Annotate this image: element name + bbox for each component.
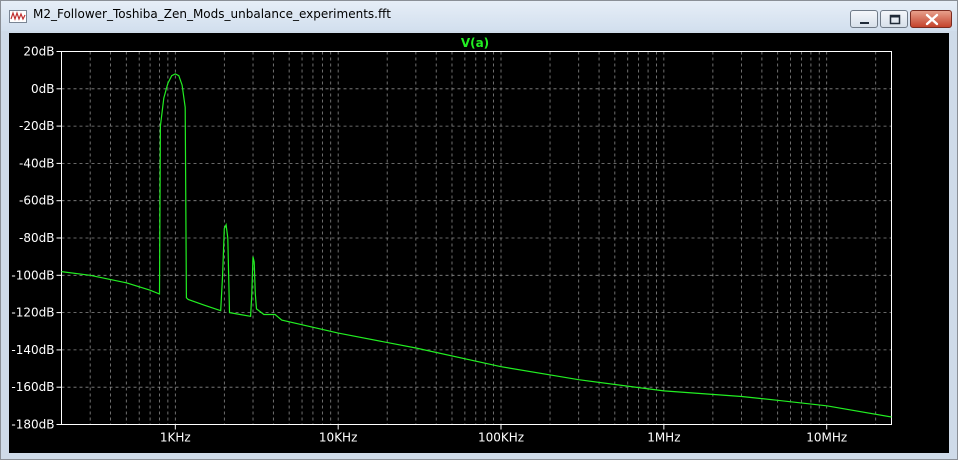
x-axis-labels: 1KHz 10KHz 100KHz 1MHz 10MHz [160, 424, 847, 445]
trace-label[interactable]: V(a) [461, 36, 489, 50]
close-button[interactable] [910, 10, 952, 28]
x-tick-label: 10KHz [319, 431, 357, 445]
y-tick-label: 0dB [31, 82, 54, 96]
restore-icon [889, 14, 901, 25]
close-icon [925, 13, 939, 26]
plot-window: M2_Follower_Toshiba_Zen_Mods_unbalance_e… [0, 0, 958, 460]
x-tick-label: 1KHz [160, 431, 191, 445]
plot-area[interactable]: V(a) 20dB 0dB -20dB -40dB -60dB -80dB -100dB -1… [9, 33, 949, 453]
y-axis-labels: 20dB 0dB -20dB -40dB -60dB -80dB -100dB -120dB -… [11, 45, 62, 432]
fft-chart[interactable]: V(a) 20dB 0dB -20dB -40dB -60dB -80dB -100dB -1… [9, 33, 949, 453]
y-tick-label: -20dB [19, 119, 54, 133]
y-tick-label: -80dB [19, 231, 54, 245]
y-tick-label: -40dB [19, 156, 54, 170]
x-tick-label: 100KHz [478, 431, 524, 445]
title-bar[interactable]: M2_Follower_Toshiba_Zen_Mods_unbalance_e… [1, 1, 957, 31]
y-tick-label: -60dB [19, 194, 54, 208]
y-tick-label: 20dB [23, 45, 54, 59]
minimize-icon [860, 22, 869, 24]
minimize-button[interactable] [850, 10, 878, 28]
window-title: M2_Follower_Toshiba_Zen_Mods_unbalance_e… [33, 7, 391, 21]
y-tick-label: -120dB [11, 306, 54, 320]
maximize-button[interactable] [880, 10, 908, 28]
y-tick-label: -140dB [11, 343, 54, 357]
y-tick-label: -180dB [11, 418, 54, 432]
y-tick-label: -160dB [11, 380, 54, 394]
trace-line[interactable] [61, 73, 892, 418]
x-tick-label: 10MHz [806, 431, 847, 445]
waveform-app-icon [9, 10, 27, 23]
x-tick-label: 1MHz [647, 431, 680, 445]
y-tick-label: -100dB [11, 268, 54, 282]
